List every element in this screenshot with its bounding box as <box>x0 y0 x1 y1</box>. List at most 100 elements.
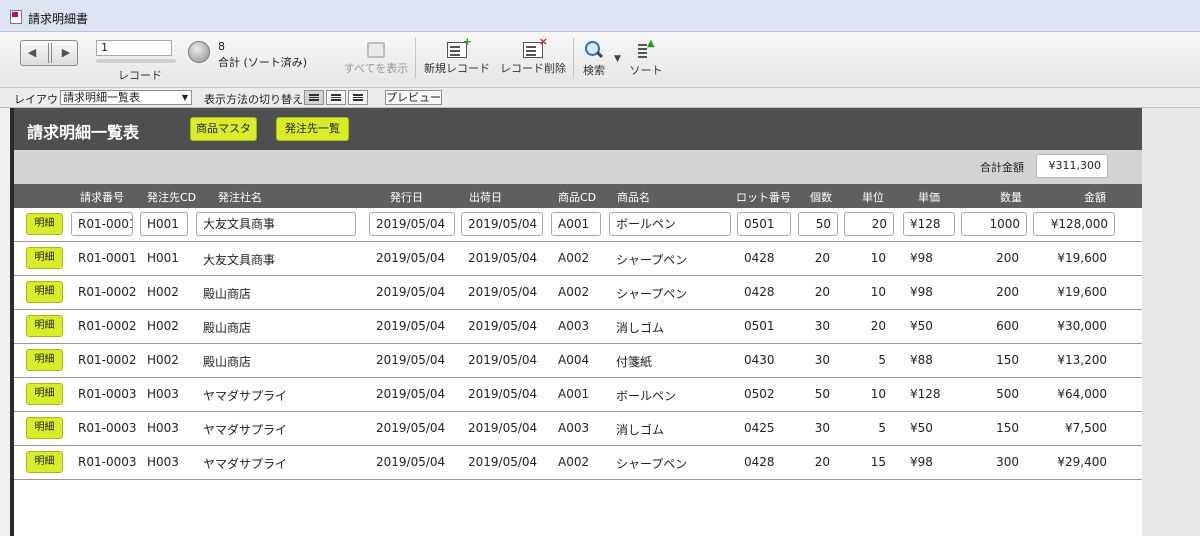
supplier-list-button[interactable]: 発注先一覧 <box>276 117 349 141</box>
sort-button[interactable]: ソート <box>626 36 666 84</box>
detail-button[interactable]: 明細 <box>26 315 63 337</box>
previous-record-icon[interactable]: ◀ <box>25 45 39 61</box>
invoice-number-field[interactable]: R01-0001 <box>71 212 133 236</box>
total-amount-label: 合計金額 <box>980 161 1024 174</box>
detail-button[interactable]: 明細 <box>26 349 63 371</box>
unit-cell: 10 <box>870 251 886 265</box>
table-row[interactable]: 明細 R01-0003 H003 ヤマダサプライ 2019/05/04 2019/05/0… <box>14 412 1142 446</box>
next-record-icon[interactable]: ▶ <box>59 45 73 61</box>
table-row[interactable]: 明細 R01-0002 H002 殿山商店 2019/05/04 2019/05/04 A0… <box>14 276 1142 310</box>
total-record-count: 8 <box>218 40 225 53</box>
supplier-code-cell: H003 <box>147 455 179 469</box>
detail-button[interactable]: 明細 <box>26 281 63 303</box>
quantity-cell: 500 <box>996 387 1019 401</box>
unit-price-cell: ¥98 <box>910 251 933 265</box>
issue-date-cell: 2019/05/04 <box>376 455 446 469</box>
table-row[interactable]: 明細 R01-0003 H003 ヤマダサプライ 2019/05/04 2019/05/0… <box>14 446 1142 480</box>
quantity-cell: 150 <box>996 421 1019 435</box>
show-all-label: すべてを表示 <box>343 62 409 75</box>
quantity-field[interactable]: 1000 <box>961 212 1027 236</box>
unit-price-cell: ¥88 <box>910 353 933 367</box>
supplier-name-field[interactable]: 大友文具商事 <box>196 212 356 236</box>
product-name-cell: シャープペン <box>616 253 688 267</box>
unit-cell: 15 <box>870 455 886 469</box>
product-name-cell: ボールペン <box>616 389 677 403</box>
product-name-cell: 付箋紙 <box>616 355 653 369</box>
delete-record-label: レコード削除 <box>500 62 566 75</box>
issue-date-cell: 2019/05/04 <box>376 251 446 265</box>
quantity-cell: 150 <box>996 353 1019 367</box>
layout-bar: レイアウト: 請求明細一覧表 ▼ 表示方法の切り替え: プレビュー <box>0 88 1200 108</box>
supplier-code-cell: H003 <box>147 421 179 435</box>
new-record-icon: + <box>447 36 472 58</box>
found-set-pie-icon <box>188 41 210 63</box>
detail-button[interactable]: 明細 <box>26 247 63 269</box>
detail-button[interactable]: 明細 <box>26 213 63 235</box>
detail-button[interactable]: 明細 <box>26 417 63 439</box>
supplier-name-cell: ヤマダサプライ <box>203 457 288 471</box>
column-header: ロット番号 <box>736 191 791 204</box>
lot-number-cell: 0428 <box>744 455 775 469</box>
layout-select[interactable]: 請求明細一覧表 ▼ <box>60 90 192 105</box>
table-row[interactable]: 明細 R01-0001 H001 大友文具商事 2019/05/04 2019/05/04… <box>14 242 1142 276</box>
current-record-input[interactable]: 1 <box>96 40 172 56</box>
product-name-cell: 消しゴム <box>616 321 665 335</box>
chevron-down-icon: ▼ <box>181 93 188 102</box>
product-code-cell: A003 <box>558 421 590 435</box>
column-header: 出荷日 <box>469 191 502 204</box>
unit-field[interactable]: 20 <box>844 212 894 236</box>
pieces-cell: 20 <box>814 455 830 469</box>
ship-date-cell: 2019/05/04 <box>468 285 538 299</box>
preview-button[interactable]: プレビュー <box>385 90 442 105</box>
lot-number-cell: 0430 <box>744 353 775 367</box>
amount-field[interactable]: ¥128,000 <box>1033 212 1115 236</box>
supplier-name-cell: 殿山商店 <box>203 321 252 335</box>
show-all-button[interactable]: すべてを表示 <box>341 36 411 84</box>
product-code-field[interactable]: A001 <box>551 212 601 236</box>
amount-cell: ¥64,000 <box>1057 387 1107 401</box>
column-header: 個数 <box>810 191 832 204</box>
scroll-gutter[interactable] <box>1142 108 1200 536</box>
table-row[interactable]: 明細 R01-0001 H001 大友文具商事 2019/05/04 2019/05/04… <box>14 208 1142 242</box>
search-button[interactable]: 検索 <box>578 36 610 84</box>
book-spine-icon <box>48 43 52 63</box>
product-name-field[interactable]: ボールペン <box>609 212 731 236</box>
new-record-button[interactable]: + 新規レコード <box>421 36 493 84</box>
table-view-button[interactable] <box>348 90 368 105</box>
ship-date-field[interactable]: 2019/05/04 <box>461 212 543 236</box>
delete-record-button[interactable]: × レコード削除 <box>497 36 569 84</box>
product-code-cell: A002 <box>558 285 590 299</box>
delete-record-icon: × <box>523 36 548 58</box>
invoice-number-cell: R01-0002 <box>78 319 137 333</box>
supplier-code-field[interactable]: H001 <box>140 212 188 236</box>
invoice-number-cell: R01-0002 <box>78 285 137 299</box>
form-view-button[interactable] <box>304 90 324 105</box>
amount-cell: ¥13,200 <box>1057 353 1107 367</box>
lot-number-field[interactable]: 0501 <box>737 212 791 236</box>
unit-price-cell: ¥98 <box>910 285 933 299</box>
detail-button[interactable]: 明細 <box>26 383 63 405</box>
unit-price-field[interactable]: ¥128 <box>903 212 955 236</box>
quantity-cell: 200 <box>996 251 1019 265</box>
record-slider[interactable] <box>96 59 176 63</box>
list-view-button[interactable] <box>326 90 346 105</box>
detail-button[interactable]: 明細 <box>26 451 63 473</box>
product-master-button[interactable]: 商品マスタ <box>190 117 257 141</box>
search-dropdown-icon[interactable]: ▼ <box>614 54 621 64</box>
pieces-field[interactable]: 50 <box>798 212 838 236</box>
new-record-label: 新規レコード <box>424 62 490 75</box>
issue-date-field[interactable]: 2019/05/04 <box>369 212 455 236</box>
ship-date-cell: 2019/05/04 <box>468 455 538 469</box>
table-row[interactable]: 明細 R01-0003 H003 ヤマダサプライ 2019/05/04 2019/05/0… <box>14 378 1142 412</box>
product-name-cell: シャープペン <box>616 457 688 471</box>
table-row[interactable]: 明細 R01-0002 H002 殿山商店 2019/05/04 2019/05/04 A0… <box>14 310 1142 344</box>
page-title: 請求明細一覧表 <box>27 123 140 142</box>
lot-number-cell: 0428 <box>744 251 775 265</box>
record-navigator[interactable]: ◀ ▶ <box>20 40 78 66</box>
table-view-icon <box>353 94 363 101</box>
lot-number-cell: 0428 <box>744 285 775 299</box>
supplier-name-cell: 殿山商店 <box>203 287 252 301</box>
pieces-cell: 20 <box>814 251 830 265</box>
table-row[interactable]: 明細 R01-0002 H002 殿山商店 2019/05/04 2019/05/04 A0… <box>14 344 1142 378</box>
list-view-icon <box>331 94 341 101</box>
